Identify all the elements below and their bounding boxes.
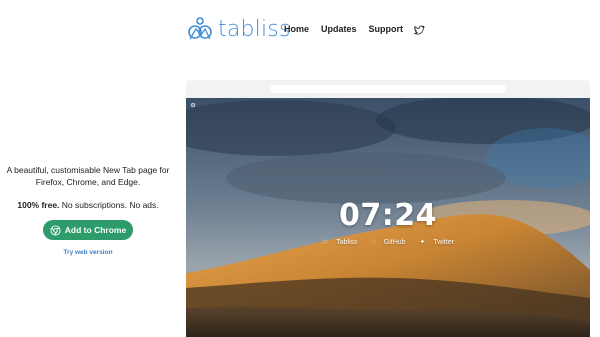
try-web-version-link[interactable]: Try web version [0,249,176,256]
browser-preview: 07:24 ☆ Tabliss ◌ GitHub ✦ Twitter [186,80,590,337]
preview-link-label: Twitter [433,239,454,246]
preview-link-label: Tabliss [336,239,358,246]
add-to-chrome-label: Add to Chrome [64,225,127,235]
preview-link-label: GitHub [383,239,406,246]
main-nav: Home Updates Support [284,23,425,35]
pricing-bold: 100% free. [17,200,60,210]
logo-text: tabliss [218,16,291,42]
star-icon: ☆ [322,239,329,246]
address-bar [270,85,506,93]
preview-links: ☆ Tabliss ◌ GitHub ✦ Twitter [186,238,590,246]
twitter-icon [414,25,425,35]
preview-link-tabliss[interactable]: ☆ Tabliss [319,239,363,246]
pricing-rest: No subscriptions. No ads. [59,200,159,210]
github-icon: ◌ [371,239,376,246]
settings-gear-icon[interactable] [190,102,196,108]
new-tab-preview: 07:24 ☆ Tabliss ◌ GitHub ✦ Twitter [186,98,590,337]
twitter-icon: ✦ [419,239,426,246]
add-to-chrome-button[interactable]: Add to Chrome [43,220,133,240]
nav-support[interactable]: Support [369,24,404,34]
logo[interactable]: tabliss [186,14,291,44]
pricing-note: 100% free. No subscriptions. No ads. [0,200,176,210]
twitter-link[interactable] [413,23,425,35]
preview-link-twitter[interactable]: ✦ Twitter [417,239,457,246]
nav-home[interactable]: Home [284,24,309,34]
preview-link-github[interactable]: ◌ GitHub [369,239,411,246]
tagline: A beautiful, customisable New Tab page f… [6,165,170,187]
intro-section: A beautiful, customisable New Tab page f… [0,164,176,256]
chrome-icon [50,224,61,236]
clock-display: 07:24 [339,198,437,233]
site-header: tabliss Home Updates Support [186,14,426,46]
tabliss-logo-icon [188,17,212,40]
nav-updates[interactable]: Updates [321,24,357,34]
